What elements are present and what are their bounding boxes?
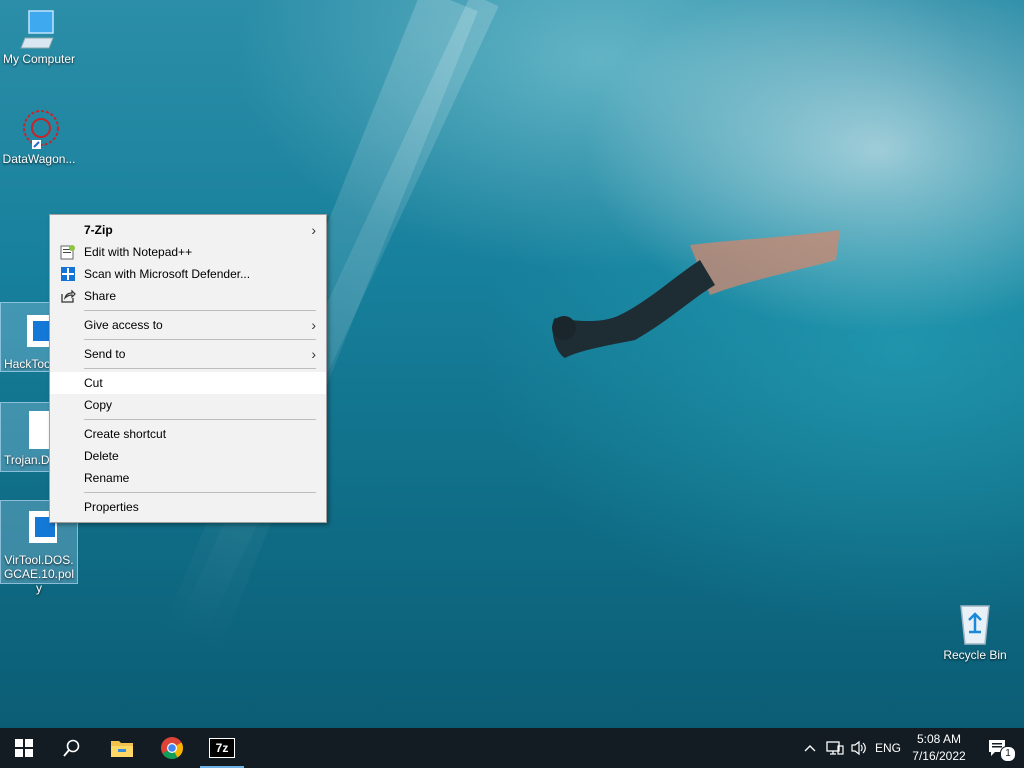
menu-item-label: Copy: [84, 398, 113, 412]
menu-item-rename[interactable]: Rename: [50, 467, 326, 489]
menu-item-label: Send to: [84, 347, 126, 361]
desktop-icon-datawagon[interactable]: DataWagon...: [0, 106, 78, 174]
submenu-arrow-icon: ›: [311, 222, 316, 238]
menu-separator: [84, 419, 316, 420]
menu-item-label: Edit with Notepad++: [84, 245, 193, 259]
menu-item-create-shortcut[interactable]: Create shortcut: [50, 423, 326, 445]
menu-item-give-access[interactable]: Give access to ›: [50, 314, 326, 336]
clock-date: 7/16/2022: [912, 749, 966, 763]
notepad-plus-plus-icon: [60, 245, 75, 260]
datawagon-icon: [23, 110, 59, 149]
menu-item-label: Give access to: [84, 318, 163, 332]
start-icon: [15, 739, 33, 757]
menu-item-label: Delete: [84, 449, 119, 463]
desktop-icon-label: DataWagon...: [2, 152, 76, 166]
7zip-button[interactable]: 7z: [198, 728, 246, 768]
chevron-up-icon: [804, 745, 816, 752]
menu-item-scan-defender[interactable]: Scan with Microsoft Defender...: [50, 263, 326, 285]
submenu-arrow-icon: ›: [311, 317, 316, 333]
share-icon: [61, 289, 76, 303]
defender-shield-icon: [61, 267, 75, 281]
menu-separator: [84, 310, 316, 311]
menu-item-label: Create shortcut: [84, 427, 167, 441]
desktop-icon-my-computer[interactable]: My Computer: [0, 8, 78, 74]
taskbar: 7z ENG 5:08 AM 7/16/2022 1: [0, 728, 1024, 768]
menu-item-label: Properties: [84, 500, 139, 514]
start-button[interactable]: [0, 728, 48, 768]
desktop-icon-label: My Computer: [2, 52, 76, 66]
network-icon: [826, 741, 844, 755]
speaker-icon: [851, 740, 866, 756]
language-label: ENG: [874, 741, 901, 755]
recycle-bin-icon: [960, 605, 990, 645]
chrome-button[interactable]: [148, 728, 196, 768]
menu-item-edit-notepad[interactable]: Edit with Notepad++: [50, 241, 326, 263]
menu-item-7zip[interactable]: 7-Zip ›: [50, 219, 326, 241]
chrome-icon: [161, 737, 183, 759]
menu-item-send-to[interactable]: Send to ›: [50, 343, 326, 365]
menu-separator: [84, 492, 316, 493]
volume-button[interactable]: [848, 728, 870, 768]
7zip-icon-label: 7z: [215, 741, 229, 755]
computer-icon: [20, 10, 54, 49]
submenu-arrow-icon: ›: [311, 346, 316, 362]
desktop-icon-label: VirTool.DOS.GCAE.10.poly: [3, 553, 75, 595]
clock[interactable]: 5:08 AM 7/16/2022: [905, 731, 973, 765]
search-icon: [63, 739, 80, 757]
menu-item-share[interactable]: Share: [50, 285, 326, 307]
file-explorer-button[interactable]: [98, 728, 146, 768]
language-indicator[interactable]: ENG: [872, 728, 904, 768]
menu-item-label: Share: [84, 289, 117, 303]
menu-item-properties[interactable]: Properties: [50, 496, 326, 518]
menu-item-cut[interactable]: Cut: [50, 372, 326, 394]
file-explorer-icon: [111, 741, 133, 757]
diver-image: [552, 230, 840, 358]
clock-time: 5:08 AM: [916, 732, 962, 746]
menu-item-copy[interactable]: Copy: [50, 394, 326, 416]
menu-item-label: Scan with Microsoft Defender...: [84, 267, 251, 281]
desktop-icon-label: Recycle Bin: [943, 648, 1007, 662]
menu-separator: [84, 368, 316, 369]
desktop-icon-recycle-bin[interactable]: Recycle Bin: [936, 600, 1014, 670]
menu-separator: [84, 339, 316, 340]
context-menu: 7-Zip › Edit with Notepad++ Scan with Mi…: [49, 214, 327, 523]
menu-item-label: Rename: [84, 471, 130, 485]
action-center-button[interactable]: 1: [978, 728, 1018, 768]
show-hidden-icons-button[interactable]: [800, 728, 820, 768]
menu-item-label: Cut: [84, 376, 103, 390]
notification-badge: 1: [1000, 746, 1016, 762]
7zip-icon: 7z: [209, 738, 235, 758]
search-button[interactable]: [48, 728, 96, 768]
menu-item-label: 7-Zip: [84, 223, 113, 237]
network-button[interactable]: [822, 728, 848, 768]
menu-item-delete[interactable]: Delete: [50, 445, 326, 467]
